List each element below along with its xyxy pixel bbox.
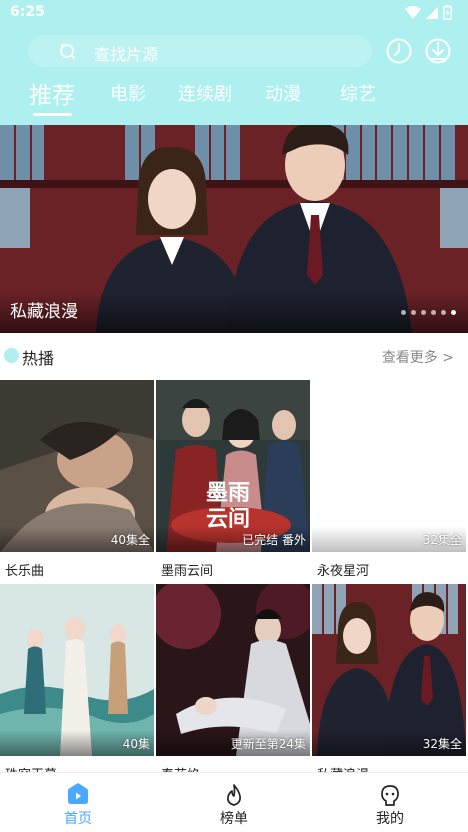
poster-image: 墨雨 云间 已完结 番外 <box>156 380 310 552</box>
download-icon[interactable] <box>424 37 452 65</box>
flame-icon <box>227 784 241 806</box>
see-more-link[interactable]: 查看更多 > <box>382 347 454 367</box>
banner-pager <box>401 310 456 315</box>
nav-ranking[interactable]: 榜单 <box>184 773 284 832</box>
hero-banner[interactable]: 私藏浪漫 <box>0 125 468 333</box>
banner-title: 私藏浪漫 <box>10 302 78 322</box>
category-tabs: 推荐 电影 连续剧 动漫 综艺 <box>0 76 468 120</box>
search-placeholder: 查找片源 <box>94 45 159 64</box>
bottom-navigation: 首页 榜单 我的 <box>0 772 468 832</box>
pager-dot[interactable] <box>411 310 416 315</box>
poster-image: 32集全 <box>312 380 466 552</box>
status-bar: 6:25 <box>0 0 468 26</box>
active-tab-indicator <box>33 113 72 116</box>
pager-dot[interactable] <box>401 310 406 315</box>
tab-movie[interactable]: 电影 <box>110 80 146 106</box>
pager-dot[interactable] <box>421 310 426 315</box>
pager-dot-active[interactable] <box>451 310 456 315</box>
episode-badge: 40集全 <box>110 533 150 547</box>
status-icons <box>405 5 452 20</box>
search-icon <box>60 44 75 59</box>
tab-series[interactable]: 连续剧 <box>178 80 232 106</box>
nav-home[interactable]: 首页 <box>28 773 128 832</box>
card-title: 长乐曲 <box>5 564 45 579</box>
user-face-icon <box>381 785 399 806</box>
card-title: 永夜星河 <box>317 564 370 579</box>
tab-recommend[interactable]: 推荐 <box>29 76 75 110</box>
poster-image: 40集 <box>0 584 154 756</box>
card-title: 墨雨云间 <box>161 564 214 579</box>
history-clock-icon[interactable] <box>385 37 413 65</box>
poster-image: 40集全 <box>0 380 154 552</box>
section-title: 热播 <box>22 349 55 368</box>
section-marker-icon <box>4 348 19 363</box>
poster-title-art: 墨雨 云间 <box>206 480 251 532</box>
episode-badge: 32集全 <box>422 533 462 547</box>
episode-badge: 32集全 <box>422 737 462 751</box>
poster-image: 更新至第24集 <box>156 584 310 756</box>
pager-dot[interactable] <box>431 310 436 315</box>
search-input[interactable]: 查找片源 <box>28 35 372 67</box>
signal-icon <box>426 6 438 19</box>
status-time: 6:25 <box>10 4 45 20</box>
app-header: 6:25 查找片源 推荐 电影 连续剧 动漫 综艺 <box>0 0 468 125</box>
tab-anime[interactable]: 动漫 <box>265 80 301 106</box>
nav-label: 我的 <box>376 811 404 827</box>
pager-dot[interactable] <box>441 310 446 315</box>
nav-label: 首页 <box>64 811 92 827</box>
banner-caption: 私藏浪漫 <box>0 291 468 333</box>
tab-variety[interactable]: 综艺 <box>340 80 376 106</box>
poster-image: 32集全 <box>312 584 466 756</box>
battery-icon <box>443 5 452 20</box>
home-play-icon <box>68 783 88 804</box>
wifi-icon <box>405 5 421 19</box>
nav-profile[interactable]: 我的 <box>340 773 440 832</box>
episode-badge: 40集 <box>122 737 150 751</box>
hot-section-header: 热播 查看更多 > <box>0 340 468 372</box>
episode-badge: 已完结 番外 <box>242 533 306 547</box>
nav-label: 榜单 <box>220 811 248 827</box>
episode-badge: 更新至第24集 <box>230 737 306 751</box>
